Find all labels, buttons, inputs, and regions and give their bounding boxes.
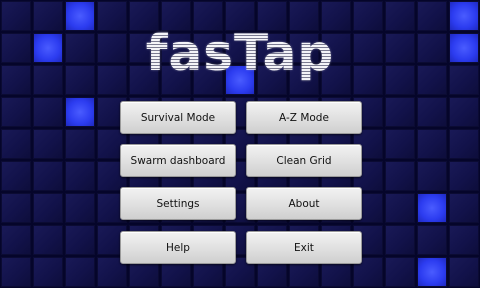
grid-tile[interactable] [449,97,479,127]
help-label: Help [166,241,190,254]
help-button[interactable]: Help [120,231,236,264]
grid-tile[interactable] [65,97,95,127]
grid-tile[interactable] [65,257,95,287]
grid-tile[interactable] [33,193,63,223]
grid-tile[interactable] [417,257,447,287]
grid-tile[interactable] [33,97,63,127]
clean-grid-button[interactable]: Clean Grid [246,144,362,177]
app-title: fasTap [0,24,480,82]
grid-tile[interactable] [65,225,95,255]
about-button[interactable]: About [246,187,362,220]
survival-mode-button[interactable]: Survival Mode [120,101,236,134]
grid-tile[interactable] [1,225,31,255]
grid-tile[interactable] [385,129,415,159]
grid-tile[interactable] [449,257,479,287]
grid-tile[interactable] [33,225,63,255]
grid-tile[interactable] [385,193,415,223]
grid-tile[interactable] [385,97,415,127]
clean-grid-label: Clean Grid [276,154,332,167]
grid-tile[interactable] [65,129,95,159]
grid-tile[interactable] [385,225,415,255]
grid-tile[interactable] [33,257,63,287]
grid-tile[interactable] [449,193,479,223]
grid-tile[interactable] [449,161,479,191]
grid-tile[interactable] [65,193,95,223]
grid-tile[interactable] [449,129,479,159]
az-mode-label: A-Z Mode [279,111,329,124]
grid-tile[interactable] [449,225,479,255]
survival-mode-label: Survival Mode [140,111,216,124]
grid-tile[interactable] [417,225,447,255]
grid-tile[interactable] [33,161,63,191]
grid-tile[interactable] [33,129,63,159]
exit-button[interactable]: Exit [246,231,362,264]
exit-label: Exit [294,241,314,254]
swarm-dashboard-label: Swarm dashboard [130,154,226,167]
grid-tile[interactable] [1,129,31,159]
grid-tile[interactable] [417,161,447,191]
swarm-dashboard-button[interactable]: Swarm dashboard [120,144,236,177]
grid-tile[interactable] [385,161,415,191]
grid-tile[interactable] [385,257,415,287]
grid-tile[interactable] [417,129,447,159]
settings-button[interactable]: Settings [120,187,236,220]
settings-label: Settings [156,197,200,210]
grid-tile[interactable] [417,193,447,223]
az-mode-button[interactable]: A-Z Mode [246,101,362,134]
grid-tile[interactable] [1,257,31,287]
grid-tile[interactable] [1,97,31,127]
grid-tile[interactable] [417,97,447,127]
grid-tile[interactable] [65,161,95,191]
grid-tile[interactable] [1,161,31,191]
about-label: About [288,197,320,210]
grid-tile[interactable] [1,193,31,223]
